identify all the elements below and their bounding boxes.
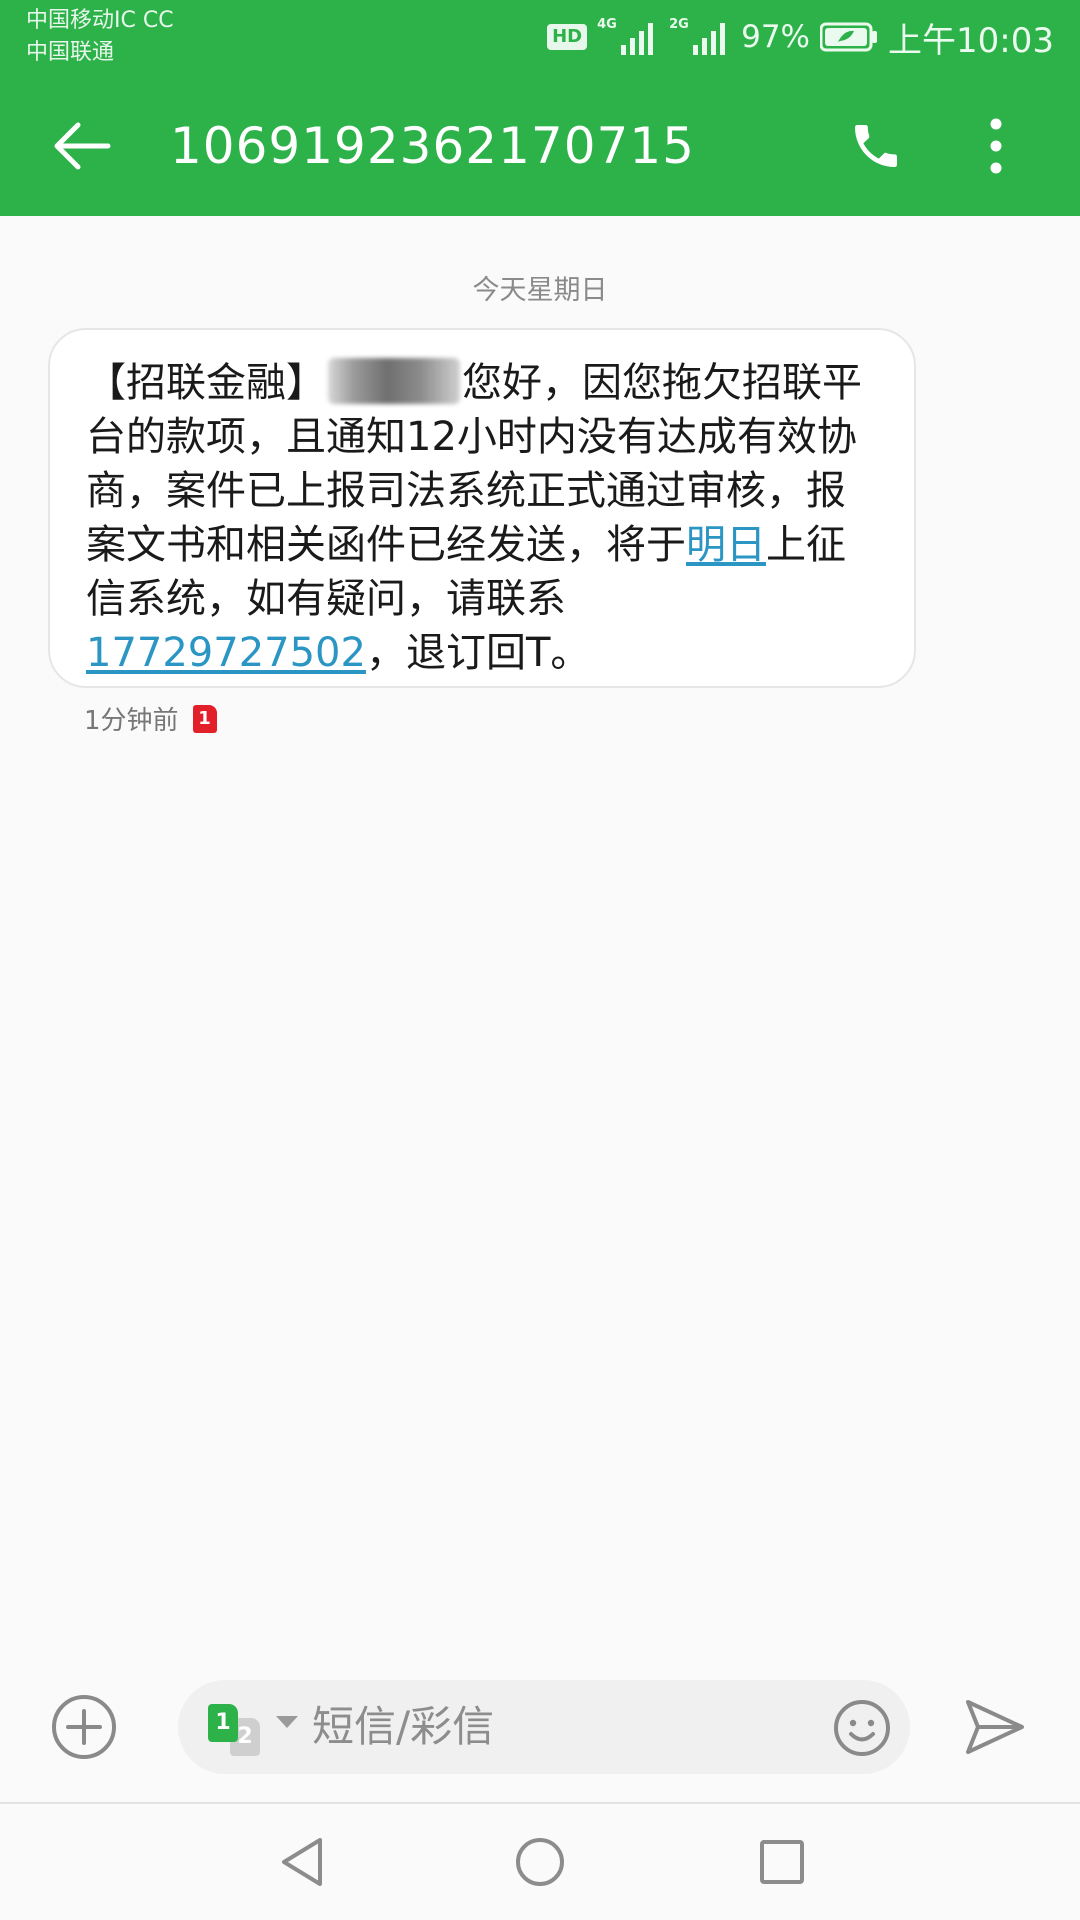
back-button[interactable]: [40, 110, 124, 182]
carrier-1: 中国移动IC CC: [26, 8, 174, 33]
signal-icon: 4G: [597, 17, 659, 57]
clock: 上午10:03: [888, 20, 1054, 61]
sim-card-badge: 1: [192, 704, 217, 733]
message-text: 【招联金融】 您好，因您拖欠招联平台的款项，且通知12小时内没有达成有效协商，案件…: [86, 356, 884, 680]
nav-back-icon[interactable]: [276, 1834, 332, 1890]
message-input[interactable]: 2 1 短信/彩信: [178, 1680, 910, 1774]
redacted-name-blur: [328, 358, 460, 404]
send-button[interactable]: [962, 1696, 1028, 1758]
message-bubble[interactable]: 【招联金融】 您好，因您拖欠招联平台的款项，且通知12小时内没有达成有效协商，案件…: [48, 328, 916, 688]
battery-icon: [820, 22, 878, 52]
message-input-placeholder: 短信/彩信: [312, 1702, 495, 1751]
status-bar: 中国移动IC CC 中国联通 HD 4G 2G 97% 上午10:03: [0, 0, 1080, 76]
more-options-button[interactable]: [966, 106, 1026, 186]
composer-bar: 2 1 短信/彩信: [0, 1652, 1080, 1802]
sim-1-icon: 1: [208, 1704, 238, 1742]
status-indicators: HD 4G 2G 97% 上午10:03: [547, 12, 1054, 62]
phone-icon: [855, 125, 897, 167]
battery-percent: 97%: [741, 19, 811, 55]
nav-recent-icon[interactable]: [754, 1834, 810, 1890]
date-separator: 今天星期日: [472, 275, 608, 306]
date-link[interactable]: 明日: [686, 522, 766, 568]
message-sender-tag: 【招联金融】: [86, 360, 326, 406]
top-bar: 中国移动IC CC 中国联通 HD 4G 2G 97% 上午10:03 1069…: [0, 0, 1080, 216]
network-type-1: 4G: [597, 17, 617, 32]
hd-badge: HD: [547, 24, 588, 50]
message-timestamp: 1分钟前: [84, 706, 179, 736]
sim-switch[interactable]: 2 1: [208, 1700, 268, 1756]
conversation-title: 1069192362170715: [170, 117, 695, 175]
more-vertical-icon: [990, 118, 1002, 174]
send-icon: [966, 1700, 1024, 1754]
network-type-2: 2G: [669, 17, 689, 32]
call-button[interactable]: [838, 108, 914, 184]
phone-number-link[interactable]: 17729727502: [86, 630, 366, 676]
emoji-icon: [834, 1700, 890, 1756]
app-bar: 1069192362170715: [0, 76, 1080, 216]
navigation-bar: [0, 1804, 1080, 1920]
carrier-2: 中国联通: [26, 40, 115, 65]
signal-icon-2: 2G: [669, 17, 731, 57]
message-meta: 1分钟前 1: [84, 700, 217, 737]
emoji-button[interactable]: [832, 1698, 892, 1758]
nav-home-icon[interactable]: [512, 1834, 568, 1890]
add-attachment-button[interactable]: [50, 1693, 118, 1761]
message-body-3: ，退订回T。: [365, 630, 591, 676]
add-circle-icon: [52, 1695, 116, 1759]
back-arrow-icon: [54, 122, 111, 170]
chevron-down-icon[interactable]: [274, 1714, 300, 1730]
